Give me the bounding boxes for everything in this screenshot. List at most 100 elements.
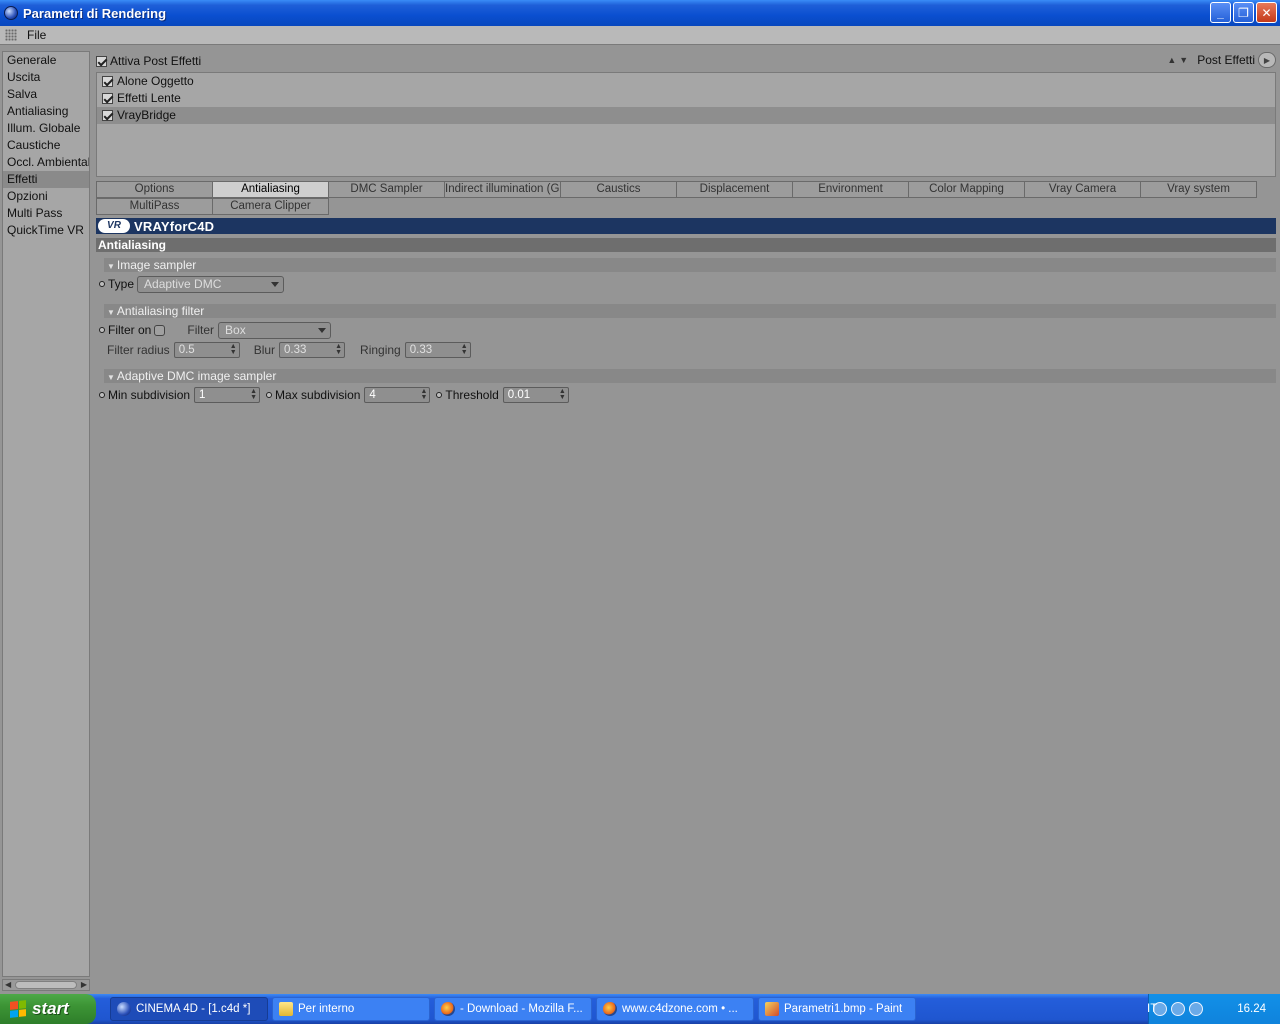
post-effect-item[interactable]: Effetti Lente	[97, 90, 1275, 107]
sidebar-item[interactable]: Illum. Globale	[3, 120, 89, 137]
filter-type-dropdown[interactable]: Box	[218, 321, 332, 339]
sidebar-item[interactable]: Uscita	[3, 69, 89, 86]
sidebar-item[interactable]: Caustiche	[3, 137, 89, 154]
post-effect-checkbox[interactable]	[102, 93, 113, 104]
min-subdivision-label: Min subdivision	[108, 388, 191, 402]
language-indicator[interactable]: IT	[1147, 1003, 1157, 1015]
sidebar-item[interactable]: Antialiasing	[3, 103, 89, 120]
type-label: Type	[108, 277, 135, 291]
aa-filter-group-header[interactable]: ▼ Antialiasing filter	[104, 304, 1276, 318]
threshold-value: 0.01	[507, 389, 531, 401]
post-effect-item[interactable]: VrayBridge	[97, 107, 1275, 124]
vray-logo-text: VRAYforC4D	[134, 218, 215, 234]
window-title: Parametri di Rendering	[23, 5, 167, 21]
sidebar-item[interactable]: Opzioni	[3, 188, 89, 205]
tab[interactable]: Vray Camera	[1024, 181, 1141, 198]
max-subdivision-label: Max subdivision	[275, 388, 361, 402]
grip-icon[interactable]	[5, 29, 17, 41]
max-subdivision-input[interactable]: 4 ▲ ▼	[364, 387, 431, 403]
filter-on-checkbox[interactable]	[154, 324, 166, 336]
scrollbar-thumb[interactable]	[15, 981, 77, 989]
taskbar-button[interactable]: Per interno	[272, 997, 430, 1021]
tab[interactable]: Color Mapping	[908, 181, 1025, 198]
sidebar-horizontal-scrollbar[interactable]: ◀ ▶	[2, 979, 90, 991]
post-effect-checkbox[interactable]	[102, 76, 113, 87]
firefox-icon	[441, 1002, 455, 1016]
move-down-icon[interactable]: ▼	[1179, 55, 1188, 65]
close-button[interactable]: ✕	[1256, 2, 1277, 23]
cinema4d-app-icon	[4, 6, 18, 20]
tab-row-2: MultiPass Camera Clipper	[96, 198, 1267, 215]
taskbar-button-label: Per interno	[298, 1003, 355, 1015]
sidebar-item[interactable]: Salva	[3, 86, 89, 103]
enable-post-effects-label: Attiva Post Effetti	[110, 54, 202, 68]
menu-file[interactable]: File	[27, 28, 46, 42]
post-effects-header: Attiva Post Effetti ▲ ▼ Post Effetti ▶	[96, 51, 1276, 71]
sidebar-item[interactable]: Generale	[3, 52, 89, 69]
image-sampler-group-header[interactable]: ▼ Image sampler	[104, 258, 1276, 272]
sampler-type-value: Adaptive DMC	[144, 276, 222, 291]
tray-app-icon[interactable]	[1189, 1002, 1203, 1016]
tab[interactable]: Camera Clipper	[212, 198, 329, 215]
taskbar-button[interactable]: CINEMA 4D - [1.c4d *]	[110, 997, 268, 1021]
tab[interactable]: Caustics	[560, 181, 677, 198]
animate-dot-icon[interactable]	[266, 392, 273, 398]
maximize-button[interactable]: ❐	[1233, 2, 1254, 23]
sampler-type-dropdown[interactable]: Adaptive DMC	[137, 275, 285, 293]
sidebar-item[interactable]: Occl. Ambientale	[3, 154, 89, 171]
sidebar-item[interactable]: QuickTime VR	[3, 222, 89, 239]
enable-post-effects-checkbox[interactable]	[96, 55, 107, 67]
spinner-arrows-icon[interactable]: ▲ ▼	[250, 388, 257, 401]
blur-input[interactable]: 0.33 ▲ ▼	[279, 342, 346, 358]
move-up-icon[interactable]: ▲	[1167, 55, 1176, 65]
aa-filter-header-label: Antialiasing filter	[116, 304, 205, 318]
tab[interactable]: MultiPass	[96, 198, 213, 215]
minimize-button[interactable]: _	[1210, 2, 1231, 23]
filter-on-label: Filter on	[108, 323, 152, 337]
window-controls: _ ❐ ✕	[1210, 2, 1277, 23]
tab[interactable]: Antialiasing	[212, 181, 329, 198]
tab[interactable]: DMC Sampler	[328, 181, 445, 198]
tab[interactable]: Environment	[792, 181, 909, 198]
start-button[interactable]: start	[0, 994, 96, 1024]
min-subdivision-input[interactable]: 1 ▲ ▼	[194, 387, 261, 403]
sidebar-item[interactable]: Effetti	[3, 171, 89, 188]
vray-logo-icon: VR	[98, 219, 130, 233]
post-effect-item[interactable]: Alone Oggetto	[97, 73, 1275, 90]
post-effects-menu-button[interactable]: ▶	[1258, 52, 1276, 68]
tab[interactable]: Options	[96, 181, 213, 198]
ringing-input[interactable]: 0.33 ▲ ▼	[404, 342, 471, 358]
post-effects-menu-label: Post Effetti	[1197, 53, 1255, 67]
adaptive-dmc-group-header[interactable]: ▼ Adaptive DMC image sampler	[104, 369, 1276, 383]
sidebar-item[interactable]: Multi Pass	[3, 205, 89, 222]
tab[interactable]: Displacement	[676, 181, 793, 198]
animate-dot-icon[interactable]	[99, 281, 105, 287]
tab[interactable]: Indirect illumination (GI)	[444, 181, 561, 198]
spinner-arrows-icon[interactable]: ▲ ▼	[420, 388, 427, 401]
post-effect-label: VrayBridge	[117, 108, 176, 122]
spinner-arrows-icon[interactable]: ▲ ▼	[559, 388, 566, 401]
spinner-arrows-icon[interactable]: ▲ ▼	[230, 343, 237, 356]
max-subdivision-value: 4	[369, 389, 376, 401]
post-effect-checkbox[interactable]	[102, 110, 113, 121]
animate-dot-icon[interactable]	[99, 392, 105, 398]
filter-radius-input[interactable]: 0.5 ▲ ▼	[173, 342, 240, 358]
scroll-right-icon[interactable]: ▶	[81, 980, 87, 990]
taskbar-button[interactable]: - Download - Mozilla F...	[434, 997, 592, 1021]
image-sampler-row: Type Adaptive DMC	[96, 275, 285, 293]
threshold-label: Threshold	[445, 388, 499, 402]
threshold-input[interactable]: 0.01 ▲ ▼	[502, 387, 569, 403]
clock[interactable]: 16.24	[1237, 1003, 1266, 1015]
taskbar-button[interactable]: Parametri1.bmp - Paint	[758, 997, 916, 1021]
spinner-arrows-icon[interactable]: ▲ ▼	[335, 343, 342, 356]
tray-network-icon[interactable]	[1171, 1002, 1185, 1016]
tab[interactable]: Vray system	[1140, 181, 1257, 198]
title-bar[interactable]: Parametri di Rendering _ ❐ ✕	[0, 0, 1280, 26]
animate-dot-icon[interactable]	[436, 392, 443, 398]
spinner-arrows-icon[interactable]: ▲ ▼	[461, 343, 468, 356]
start-label: start	[32, 999, 69, 1018]
adaptive-dmc-header-label: Adaptive DMC image sampler	[116, 369, 277, 383]
animate-dot-icon[interactable]	[99, 327, 105, 333]
scroll-left-icon[interactable]: ◀	[5, 980, 11, 990]
taskbar-button[interactable]: www.c4dzone.com • ...	[596, 997, 754, 1021]
